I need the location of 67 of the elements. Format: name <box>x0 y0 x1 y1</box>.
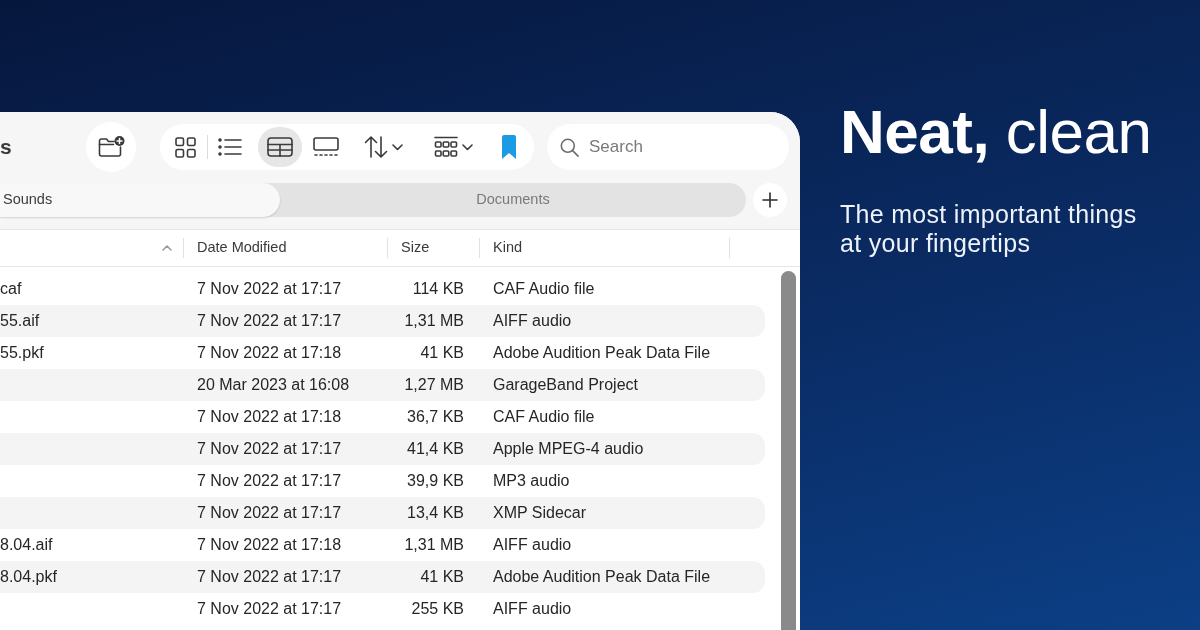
table-cell-text: 20 Mar 2023 at 16:08 <box>197 375 350 395</box>
gallery-icon <box>313 137 339 157</box>
column-header[interactable]: Date Modified <box>197 237 287 259</box>
headline: Neat, clean <box>840 98 1152 167</box>
add-tab-button[interactable] <box>753 183 787 217</box>
table-cell-text: 8.04.aif <box>0 535 53 555</box>
table-cell-text: Adobe Audition Peak Data File <box>493 343 711 363</box>
table-cell-text: CAF Audio file <box>493 407 595 427</box>
table-cell-text: 7 Nov 2022 at 17:17 <box>197 471 342 491</box>
table-cell-text: 7 Nov 2022 at 17:17 <box>197 439 342 459</box>
table-cell-text: 7 Nov 2022 at 17:18 <box>197 343 342 363</box>
table-cell-text: 7 Nov 2022 at 17:18 <box>197 407 342 427</box>
table-cell-text: 1,31 MB <box>404 535 464 555</box>
table-cell-text: caf <box>0 279 22 299</box>
table-cell-text: Apple MPEG-4 audio <box>493 439 644 459</box>
column-header[interactable]: Kind <box>493 237 523 259</box>
scrollbar[interactable] <box>781 271 796 630</box>
table-cell-text: 36,7 KB <box>407 407 464 427</box>
table-cell-text: 7 Nov 2022 at 17:17 <box>197 567 342 587</box>
table-icon <box>267 137 293 157</box>
window-title: s <box>0 135 12 159</box>
chevron-down-icon <box>391 143 403 151</box>
table-cell-text: GarageBand Project <box>493 375 638 395</box>
table-cell-text: 41,4 KB <box>407 439 464 459</box>
table-cell-text: 7 Nov 2022 at 17:17 <box>197 279 342 299</box>
grid-icon <box>174 136 196 158</box>
table-cell-text: 55.pkf <box>0 343 44 363</box>
table-row[interactable]: 55.aif 7 Nov 2022 at 17:17 1,31 MB AIFF audio <box>0 305 765 337</box>
table-cell-text: AIFF audio <box>493 311 572 331</box>
table-cell-text: 55.aif <box>0 311 40 331</box>
table-cell-text: AIFF audio <box>493 599 572 619</box>
table-cell-text: 41 KB <box>420 343 464 363</box>
table-cell-text: 114 KB <box>412 279 464 299</box>
bookmark-icon <box>502 135 516 159</box>
tagline: The most important things at your fingertips <box>840 200 1138 259</box>
table-cell-text: AIFF audio <box>493 535 572 555</box>
table-cell-text: XMP Sidecar <box>493 503 587 523</box>
sort-arrows-icon <box>363 136 388 158</box>
table-cell-text: 1,31 MB <box>404 311 464 331</box>
list-icon <box>218 138 242 156</box>
folder-plus-icon <box>97 135 125 159</box>
table-cell-text: Adobe Audition Peak Data File <box>493 567 711 587</box>
search-icon <box>560 138 579 157</box>
table-cell-text: 39,9 KB <box>407 471 464 491</box>
table-row[interactable]: 7 Nov 2022 at 17:17 41,4 KB Apple MPEG-4 audio <box>0 433 765 465</box>
column-header[interactable]: Size <box>401 237 430 259</box>
table-cell-text: 255 KB <box>411 599 464 619</box>
table-cell-text: MP3 audio <box>493 471 570 491</box>
table-cell-text: 41 KB <box>420 567 464 587</box>
search-field[interactable]: Search <box>547 124 789 170</box>
table-row[interactable]: 7 Nov 2022 at 17:17 13,4 KB XMP Sidecar <box>0 497 765 529</box>
table-row[interactable]: 8.04.pkf 7 Nov 2022 at 17:17 41 KB Adobe Audition Peak Data File <box>0 561 765 593</box>
table-cell-text: 7 Nov 2022 at 17:17 <box>197 503 342 523</box>
chevron-down-icon <box>461 143 473 151</box>
table-view-button[interactable] <box>258 127 302 167</box>
new-folder-button[interactable] <box>86 122 136 172</box>
table-cell-text: 1,27 MB <box>404 375 464 395</box>
box-rows-icon <box>433 136 458 158</box>
plus-icon <box>762 192 778 208</box>
tab[interactable]: Sounds <box>0 183 280 217</box>
table-cell-text: 7 Nov 2022 at 17:18 <box>197 535 342 555</box>
table-row[interactable]: 20 Mar 2023 at 16:08 1,27 MB GarageBand Project <box>0 369 765 401</box>
table-cell-text: 13,4 KB <box>407 503 464 523</box>
table-cell-text: CAF Audio file <box>493 279 595 299</box>
table-cell-text: 8.04.pkf <box>0 567 57 587</box>
table-cell-text: 7 Nov 2022 at 17:17 <box>197 599 342 619</box>
table-cell-text: 7 Nov 2022 at 17:17 <box>197 311 342 331</box>
